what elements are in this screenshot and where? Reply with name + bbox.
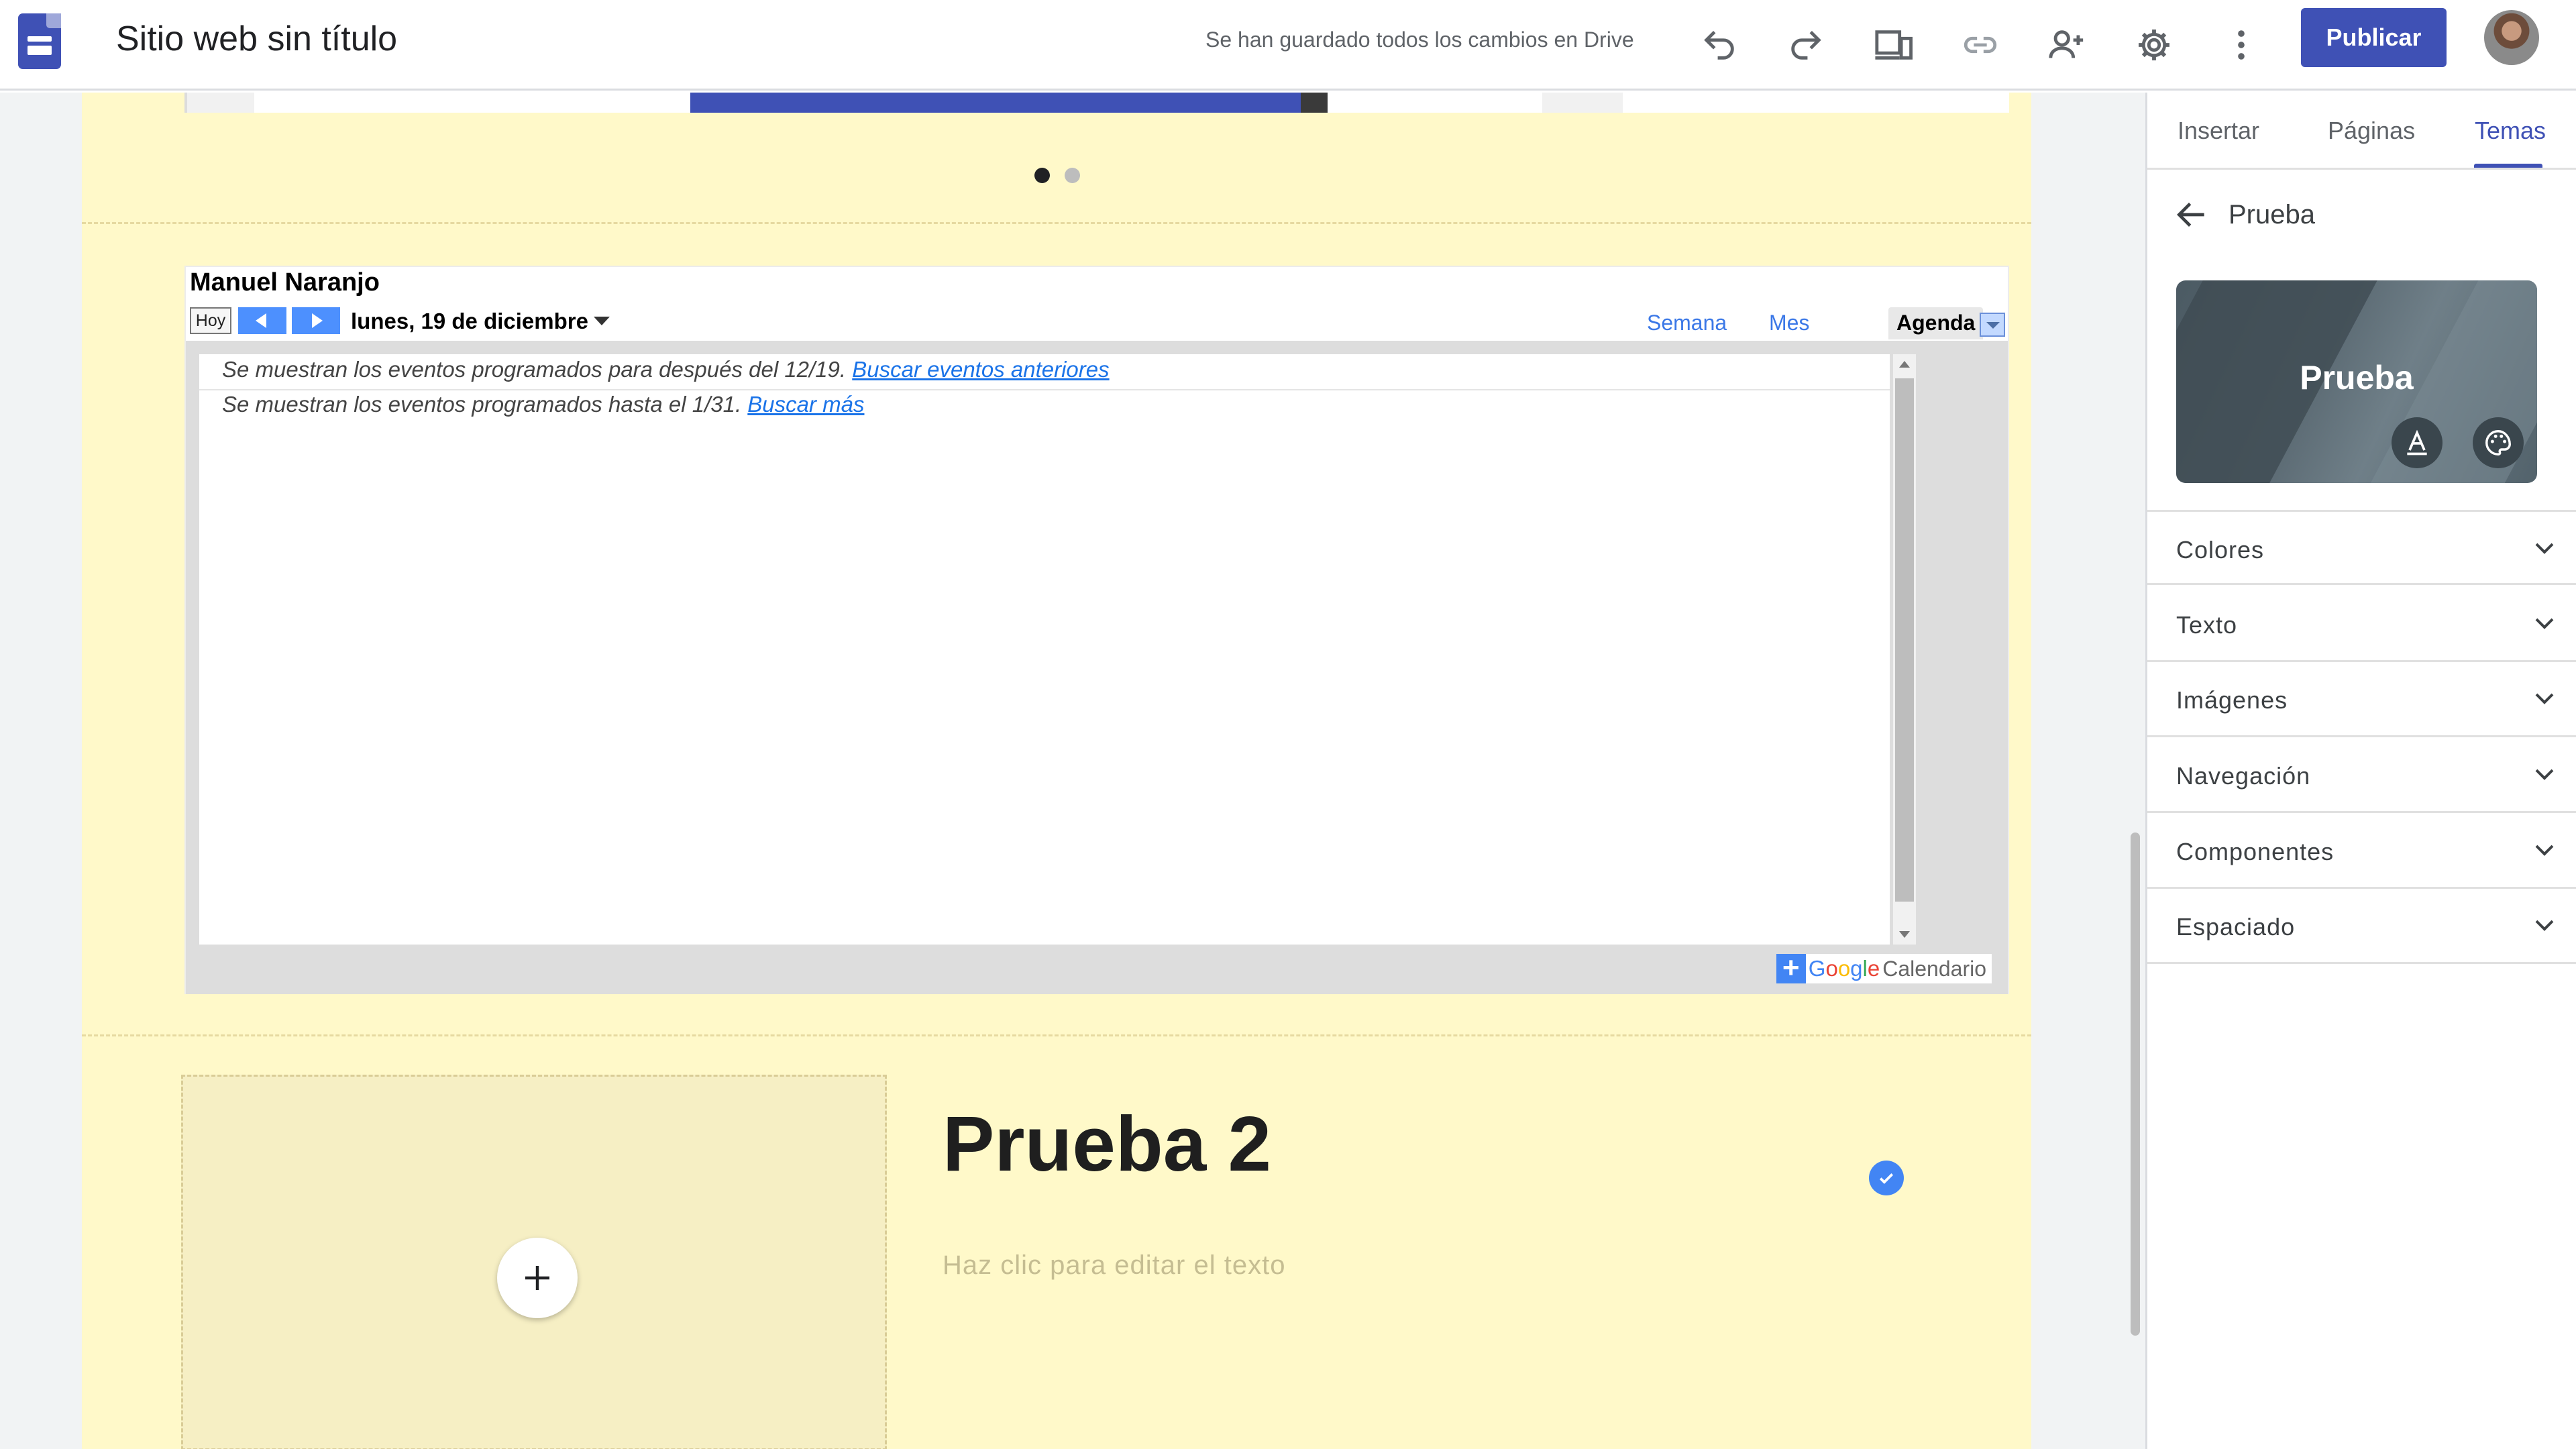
date-dropdown-icon[interactable]: [594, 317, 610, 325]
carousel-dot-2[interactable]: [1065, 168, 1080, 183]
chevron-down-icon: [2535, 920, 2554, 931]
calendar-owner: Manuel Naranjo: [190, 268, 380, 297]
font-style-icon[interactable]: [2392, 417, 2443, 468]
editor-canvas: Manuel Naranjo Hoy lunes, 19 de diciembr…: [0, 93, 2145, 1449]
check-circle-icon[interactable]: [1869, 1161, 1904, 1195]
google-calendar-badge[interactable]: + Google Calendario: [1776, 953, 1992, 983]
calendar-embed[interactable]: Manuel Naranjo Hoy lunes, 19 de diciembr…: [184, 266, 2009, 994]
add-to-calendar-icon[interactable]: +: [1776, 953, 1806, 983]
theme-card-title: Prueba: [2300, 359, 2414, 396]
agenda-note-after: Se muestran los eventos programados para…: [222, 357, 1110, 382]
chevron-down-icon: [2535, 543, 2554, 554]
tab-paginas[interactable]: Páginas: [2328, 117, 2415, 145]
more-events-link[interactable]: Buscar más: [747, 392, 864, 417]
agenda-note-until: Se muestran los eventos programados hast…: [222, 392, 865, 417]
agenda-frame: Se muestran los eventos programados para…: [186, 341, 2008, 994]
preview-devices-icon[interactable]: [1863, 15, 1923, 75]
agenda-scrollbar[interactable]: [1893, 354, 1916, 945]
link-icon[interactable]: [1950, 15, 2010, 75]
next-arrow-icon[interactable]: [292, 307, 340, 334]
view-tab-agenda[interactable]: Agenda: [1888, 307, 1984, 339]
settings-gear-icon[interactable]: [2124, 15, 2184, 75]
site-title[interactable]: Sitio web sin título: [116, 15, 397, 63]
calendar-date: lunes, 19 de diciembre: [351, 309, 588, 333]
section-heading[interactable]: Prueba 2: [943, 1099, 1271, 1189]
section-divider: [82, 222, 2031, 224]
undo-icon[interactable]: [1689, 15, 1750, 75]
chevron-down-icon: [2535, 618, 2554, 629]
accordion-navegacion[interactable]: Navegación: [2147, 738, 2576, 813]
canvas-scrollbar[interactable]: [2131, 833, 2140, 1336]
color-palette-icon[interactable]: [2473, 417, 2524, 468]
chevron-down-icon: [2535, 693, 2554, 704]
accordion-imagenes[interactable]: Imágenes: [2147, 662, 2576, 737]
agenda-list: Se muestran los eventos programados para…: [199, 354, 1890, 945]
view-tab-week[interactable]: Semana: [1647, 307, 1727, 339]
carousel-dot-1[interactable]: [1034, 168, 1050, 183]
site-page: Manuel Naranjo Hoy lunes, 19 de diciembr…: [82, 93, 2031, 1449]
theme-name: Prueba: [2229, 200, 2315, 229]
share-add-person-icon[interactable]: [2037, 15, 2097, 75]
prev-arrow-icon[interactable]: [238, 307, 286, 334]
calendar-toolbar: Hoy lunes, 19 de diciembre Semana Mes Ag…: [190, 307, 2005, 339]
accordion-espaciado[interactable]: Espaciado: [2147, 889, 2576, 964]
carousel-dots: [1034, 168, 1080, 183]
chevron-down-icon: [2535, 845, 2554, 856]
sites-logo-icon[interactable]: [18, 13, 61, 69]
tab-insertar[interactable]: Insertar: [2178, 117, 2259, 145]
add-image-button[interactable]: [497, 1238, 578, 1318]
back-arrow-icon[interactable]: [2173, 196, 2210, 233]
more-options-icon[interactable]: [2211, 15, 2271, 75]
image-carousel[interactable]: [184, 93, 2009, 113]
accordion-componentes[interactable]: Componentes: [2147, 814, 2576, 889]
themes-panel: Insertar Páginas Temas Prueba Prueba Col…: [2145, 93, 2576, 1449]
active-tab-indicator: [2474, 164, 2542, 168]
accordion-colores[interactable]: Colores: [2147, 510, 2576, 585]
save-status: Se han guardado todos los cambios en Dri…: [1205, 28, 1634, 52]
section-divider: [82, 1034, 2031, 1036]
image-placeholder[interactable]: [181, 1075, 887, 1449]
today-button[interactable]: Hoy: [190, 307, 231, 334]
theme-preview-card[interactable]: Prueba: [2176, 280, 2537, 483]
view-dropdown-icon[interactable]: [1980, 313, 2005, 337]
user-avatar[interactable]: [2484, 10, 2539, 65]
panel-tabs: Insertar Páginas Temas: [2147, 93, 2576, 170]
publish-button[interactable]: Publicar: [2301, 8, 2447, 67]
view-tab-month[interactable]: Mes: [1769, 307, 1809, 339]
text-placeholder[interactable]: Haz clic para editar el texto: [943, 1250, 1285, 1281]
redo-icon[interactable]: [1776, 15, 1836, 75]
accordion-texto[interactable]: Texto: [2147, 587, 2576, 662]
top-bar: Sitio web sin título Se han guardado tod…: [0, 0, 2576, 91]
tab-temas[interactable]: Temas: [2475, 117, 2546, 145]
chevron-down-icon: [2535, 769, 2554, 780]
earlier-events-link[interactable]: Buscar eventos anteriores: [852, 357, 1109, 382]
